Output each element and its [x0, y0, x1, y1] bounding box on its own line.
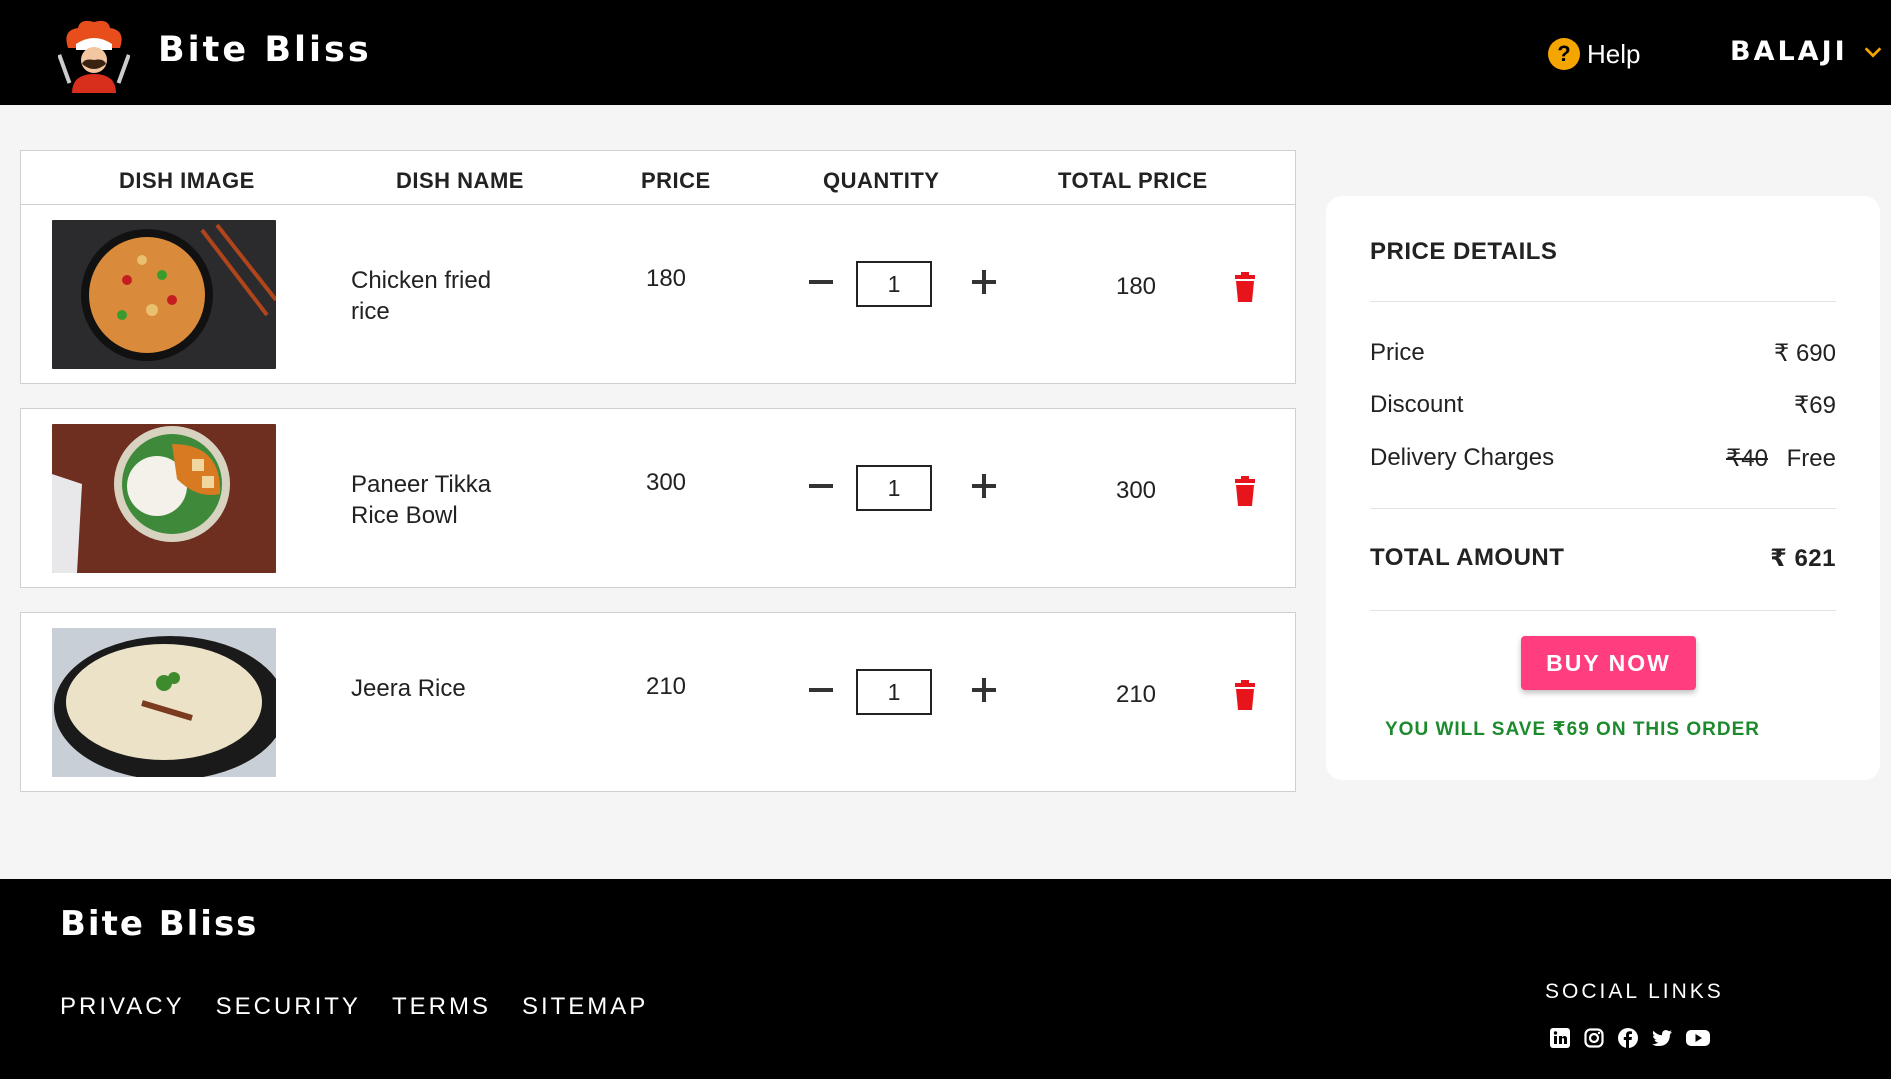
dish-name: Jeera Rice — [351, 675, 466, 702]
delivery-original-price: ₹40 — [1726, 445, 1768, 472]
price-row: Price ₹ 690 — [1370, 339, 1836, 368]
youtube-icon[interactable] — [1686, 1028, 1710, 1048]
dish-image — [52, 628, 276, 777]
linkedin-icon[interactable] — [1550, 1028, 1570, 1048]
footer-links: PRIVACY SECURITY TERMS SITEMAP — [60, 993, 648, 1021]
cart-row: Paneer Tikka Rice Bowl 300 300 — [20, 408, 1296, 588]
help-label: Help — [1587, 38, 1641, 69]
delivery-row: Delivery Charges ₹40 Free — [1370, 444, 1836, 473]
plus-icon[interactable] — [969, 471, 999, 501]
discount-label: Discount — [1370, 391, 1464, 418]
total-amount-row: TOTAL AMOUNT ₹ 621 — [1370, 544, 1836, 573]
col-header-dish-image: DISH IMAGE — [119, 168, 255, 193]
brand-name[interactable]: Bite Bliss — [158, 30, 372, 70]
dish-name: Chicken fried rice — [351, 267, 492, 325]
footer-link-security[interactable]: SECURITY — [216, 993, 361, 1021]
cart-table-header: DISH IMAGE DISH NAME PRICE QUANTITY TOTA… — [20, 150, 1296, 205]
chevron-down-icon — [1864, 46, 1881, 58]
divider — [1370, 508, 1836, 509]
col-header-price: PRICE — [641, 168, 711, 193]
price-value: ₹ 690 — [1774, 340, 1836, 367]
facebook-icon[interactable] — [1618, 1028, 1638, 1048]
cart-row: Chicken fried rice 180 180 — [20, 204, 1296, 384]
footer-link-sitemap[interactable]: SITEMAP — [522, 993, 648, 1021]
price-label: Price — [1370, 339, 1425, 366]
instagram-icon[interactable] — [1584, 1028, 1604, 1048]
cart-row: Jeera Rice 210 210 — [20, 612, 1296, 792]
dish-image — [52, 220, 276, 369]
dish-total-price: 180 — [1115, 273, 1157, 300]
dish-image — [52, 424, 276, 573]
minus-icon[interactable] — [806, 675, 836, 705]
user-name: BALAJI — [1730, 36, 1848, 67]
footer: Bite Bliss PRIVACY SECURITY TERMS SITEMA… — [0, 879, 1891, 1079]
price-details-title: PRICE DETAILS — [1370, 238, 1558, 265]
trash-icon[interactable] — [1233, 680, 1257, 710]
minus-icon[interactable] — [806, 267, 836, 297]
col-header-quantity: QUANTITY — [823, 168, 940, 193]
social-links-title: SOCIAL LINKS — [1545, 980, 1724, 1003]
trash-icon[interactable] — [1233, 476, 1257, 506]
price-details-card: PRICE DETAILS Price ₹ 690 Discount ₹69 D… — [1326, 196, 1880, 780]
help-link[interactable]: ? Help — [1548, 38, 1640, 70]
plus-icon[interactable] — [969, 675, 999, 705]
total-amount-value: ₹ 621 — [1770, 545, 1836, 572]
footer-link-terms[interactable]: TERMS — [392, 993, 491, 1021]
minus-icon[interactable] — [806, 471, 836, 501]
footer-link-privacy[interactable]: PRIVACY — [60, 993, 185, 1021]
dish-total-price: 210 — [1115, 681, 1157, 708]
dish-price: 180 — [645, 265, 687, 292]
quantity-input[interactable] — [856, 669, 932, 715]
col-header-dish-name: DISH NAME — [396, 168, 524, 193]
discount-row: Discount ₹69 — [1370, 391, 1836, 420]
plus-icon[interactable] — [969, 267, 999, 297]
footer-brand[interactable]: Bite Bliss — [60, 904, 258, 944]
quantity-input[interactable] — [856, 465, 932, 511]
delivery-value: Free — [1786, 445, 1836, 472]
trash-icon[interactable] — [1233, 272, 1257, 302]
twitter-icon[interactable] — [1652, 1028, 1672, 1048]
dish-name: Paneer Tikka Rice Bowl — [351, 471, 492, 529]
chef-logo-icon[interactable] — [58, 18, 130, 93]
delivery-label: Delivery Charges — [1370, 444, 1555, 471]
help-icon: ? — [1548, 38, 1580, 70]
divider — [1370, 610, 1836, 611]
dish-total-price: 300 — [1115, 477, 1157, 504]
col-header-total-price: TOTAL PRICE — [1058, 168, 1208, 193]
divider — [1370, 301, 1836, 302]
top-navbar: Bite Bliss ? Help BALAJI — [0, 0, 1891, 105]
savings-note: YOU WILL SAVE ₹69 ON THIS ORDER — [1385, 719, 1761, 740]
discount-value: ₹69 — [1794, 392, 1836, 419]
dish-price: 210 — [645, 673, 687, 700]
buy-now-button[interactable]: BUY NOW — [1521, 636, 1696, 690]
delivery-values: ₹40 Free — [1726, 444, 1836, 473]
dish-price: 300 — [645, 469, 687, 496]
total-amount-label: TOTAL AMOUNT — [1370, 544, 1565, 571]
quantity-input[interactable] — [856, 261, 932, 307]
user-menu[interactable]: BALAJI — [1730, 36, 1884, 67]
social-icons — [1550, 1028, 1710, 1048]
